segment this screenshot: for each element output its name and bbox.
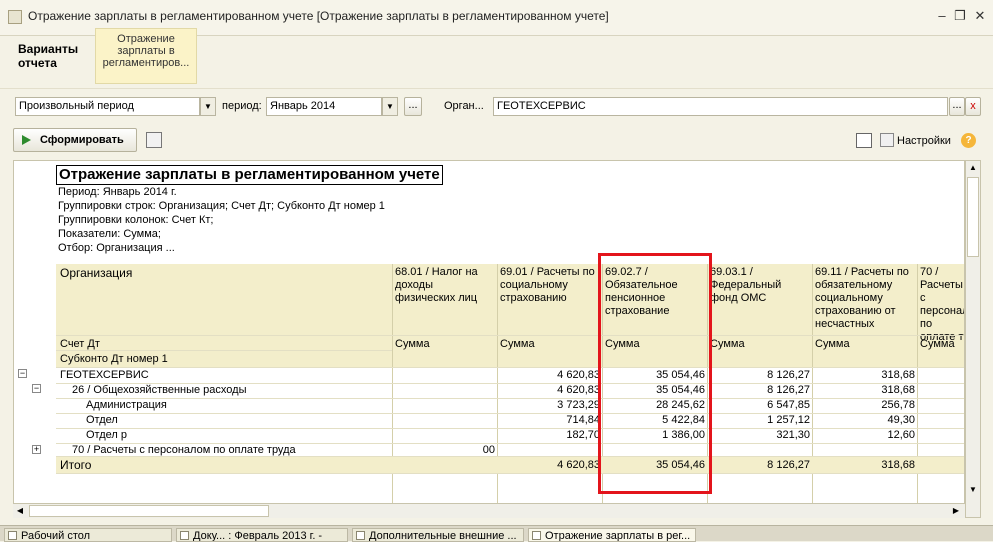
highlight-box [598,253,712,494]
report-row-groups: Группировки строк: Организация; Счет Дт;… [58,200,385,212]
report-filter: Отбор: Организация ... [58,242,175,254]
horizontal-scrollbar[interactable]: ◀ ▶ [13,503,965,518]
scroll-up-icon[interactable]: ▲ [967,161,979,175]
cell-value: 8 126,27 [767,369,810,381]
row-label: Отдел [86,414,118,426]
app-icon [8,10,22,24]
report-measures: Показатели: Сумма; [58,228,161,240]
column-header: 70 / Расчеты с персоналом по оплате т [920,266,964,343]
cell-value: 00 [482,444,495,456]
cell-value: 8 126,27 [767,384,810,396]
cell-value: 318,68 [881,369,915,381]
row-label: ГЕОТЕХСЕРВИС [60,369,149,381]
measure-label: Сумма [815,338,850,350]
report-icon [532,531,541,540]
expand-icon[interactable]: + [32,445,41,454]
table-layout-icon[interactable] [856,133,872,148]
column-header: 69.03.1 / Федеральный фонд ОМС [710,266,782,304]
taskbar-item-document[interactable]: Доку... : Февраль 2013 г. - [176,528,348,542]
scroll-right-icon[interactable]: ▶ [949,505,963,517]
period-type-select[interactable]: Произвольный период [15,97,200,116]
desktop-icon [8,531,17,540]
help-icon[interactable]: ? [961,133,976,148]
total-value: 8 126,27 [767,459,810,471]
cell-value: 3 723,29 [557,399,600,411]
total-value: 318,68 [881,459,915,471]
window-title: Отражение зарплаты в регламентированном … [28,9,609,23]
scroll-down-icon[interactable]: ▼ [967,483,979,497]
play-icon [22,135,31,145]
scroll-left-icon[interactable]: ◀ [13,505,27,517]
report-period: Период: Январь 2014 г. [58,186,177,198]
measure-label: Сумма [395,338,430,350]
row-label: Отдел р [86,429,127,441]
cell-value: 4 620,83 [557,369,600,381]
header-subconto: Субконто Дт номер 1 [60,353,168,365]
settings-button[interactable]: Настройки [897,135,951,147]
document-icon [180,531,189,540]
report-col-groups: Группировки колонок: Счет Кт; [58,214,214,226]
vertical-scrollbar[interactable]: ▲ ▼ [965,160,981,518]
taskbar-item-external[interactable]: Дополнительные внешние ... [352,528,524,542]
period-picker-button[interactable]: ... [404,97,422,116]
total-value: 4 620,83 [557,459,600,471]
cell-value: 714,84 [566,414,600,426]
report-icon [356,531,365,540]
taskbar: Рабочий стол Доку... : Февраль 2013 г. -… [0,525,993,542]
cell-value: 321,30 [776,429,810,441]
collapse-icon[interactable]: − [32,384,41,393]
organization-select-button[interactable]: ... [949,97,965,116]
report-spreadsheet[interactable]: Отражение зарплаты в регламентированном … [13,160,965,518]
column-header: 69.01 / Расчеты по социальному страхован… [500,266,595,304]
total-label: Итого [60,458,92,472]
column-header: 68.01 / Налог на доходы физических лиц [395,266,478,304]
cell-value: 4 620,83 [557,384,600,396]
cell-value: 49,30 [887,414,915,426]
report-title: Отражение зарплаты в регламентированном … [56,165,443,185]
close-icon[interactable]: ✕ [972,8,988,24]
taskbar-item-desktop[interactable]: Рабочий стол [4,528,172,542]
scroll-thumb[interactable] [29,505,269,517]
settings-icon [880,133,894,147]
header-organization: Организация [60,266,133,280]
cell-value: 318,68 [881,384,915,396]
organization-label: Орган... [444,100,484,112]
cell-value: 6 547,85 [767,399,810,411]
restore-icon[interactable]: ❐ [952,8,968,24]
cell-value: 256,78 [881,399,915,411]
period-select[interactable]: Январь 2014 [266,97,382,116]
measure-label: Сумма [920,338,955,350]
chevron-down-icon[interactable]: ▼ [382,97,398,116]
column-header: 69.11 / Расчеты по обязательному социаль… [815,266,909,330]
scroll-thumb[interactable] [967,177,979,257]
clear-icon[interactable]: x [965,97,981,116]
cell-value: 12,60 [887,429,915,441]
measure-label: Сумма [710,338,745,350]
cell-value: 1 257,12 [767,414,810,426]
cell-value: 182,70 [566,429,600,441]
organization-field[interactable]: ГЕОТЕХСЕРВИС [493,97,948,116]
chevron-down-icon[interactable]: ▼ [200,97,216,116]
measure-label: Сумма [500,338,535,350]
collapse-icon[interactable]: − [18,369,27,378]
row-label: 70 / Расчеты с персоналом по оплате труд… [72,444,296,456]
tab-report-variants[interactable]: Варианты отчета [0,28,95,84]
print-preview-icon[interactable] [146,132,162,148]
row-label: Администрация [86,399,167,411]
run-report-button[interactable]: Сформировать [13,128,137,152]
taskbar-item-current[interactable]: Отражение зарплаты в рег... [528,528,696,542]
divider [0,88,993,89]
run-report-label: Сформировать [40,134,124,146]
period-label: период: [222,100,262,112]
row-label: 26 / Общехозяйственные расходы [72,384,247,396]
tab-current-report[interactable]: Отражение зарплаты в регламентиров... [95,28,197,84]
minimize-icon[interactable]: – [934,8,950,24]
